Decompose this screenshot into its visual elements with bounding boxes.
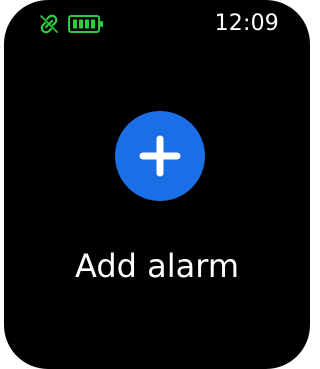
- plus-icon: [139, 135, 181, 177]
- watch-screen: 12:09 Add alarm: [4, 0, 310, 369]
- add-alarm-label[interactable]: Add alarm: [4, 246, 310, 286]
- status-time: 12:09: [214, 11, 279, 36]
- watch-bezel: 12:09 Add alarm: [0, 0, 314, 369]
- add-alarm-button[interactable]: [115, 111, 205, 201]
- battery-icon: [68, 15, 103, 33]
- link-broken-icon: [40, 14, 58, 34]
- status-bar: 12:09: [4, 0, 310, 50]
